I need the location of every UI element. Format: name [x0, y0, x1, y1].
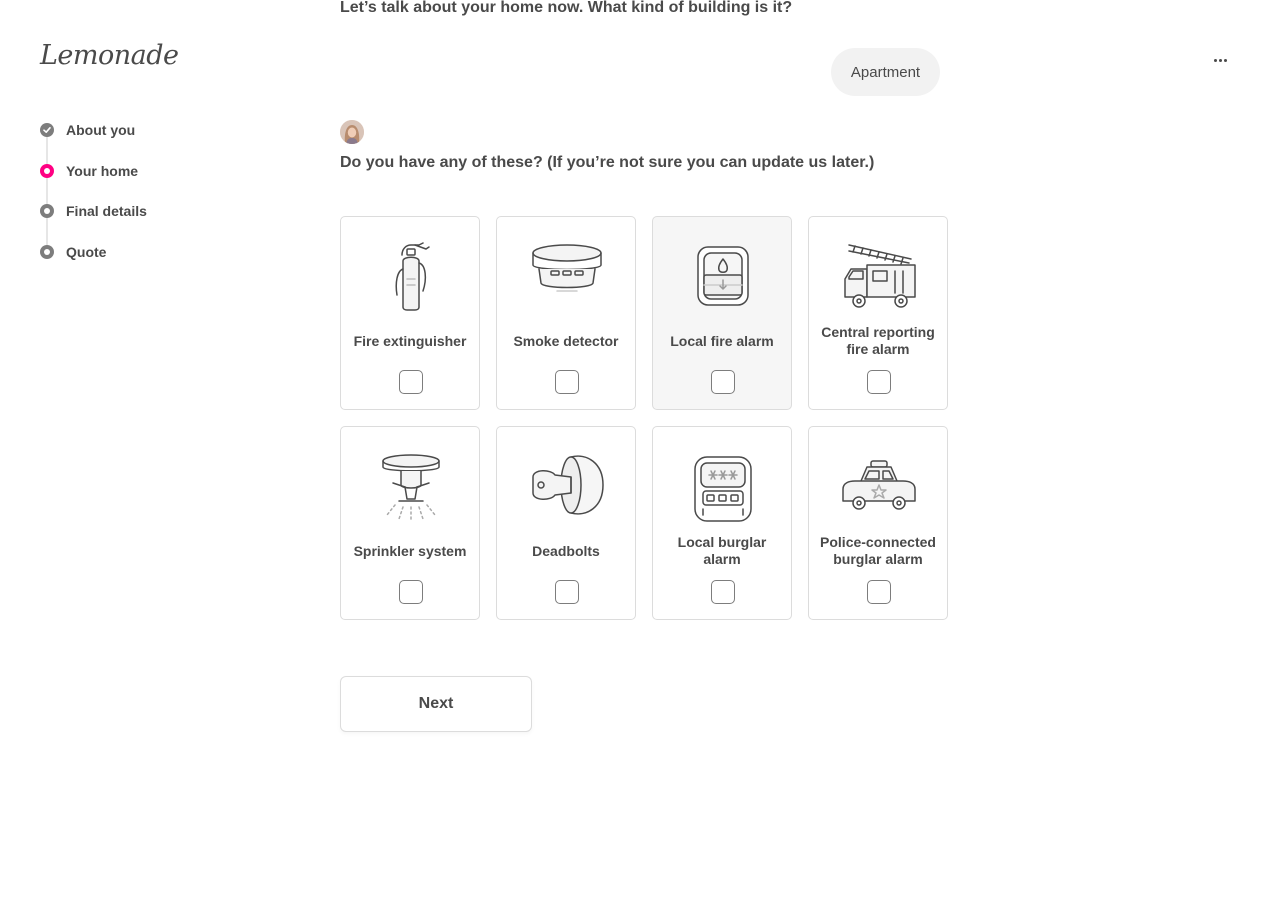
option-card-local-fire-alarm[interactable]: Local fire alarm — [652, 216, 792, 410]
step-your-home[interactable]: Your home — [40, 161, 147, 181]
more-menu-icon[interactable] — [1206, 52, 1234, 68]
pending-step-icon — [40, 244, 54, 259]
check-circle-icon — [40, 123, 54, 137]
option-checkbox[interactable] — [867, 580, 891, 604]
option-label: Smoke detector — [513, 332, 619, 349]
safety-features-grid: Fire extinguisher Smoke detector Local f… — [340, 216, 948, 620]
option-label: Sprinkler system — [353, 542, 467, 559]
option-checkbox[interactable] — [867, 370, 891, 394]
step-label: About you — [66, 122, 136, 138]
option-card-police-connected-burglar-alarm[interactable]: Police-connected burglar alarm — [808, 426, 948, 620]
step-final-details[interactable]: Final details — [40, 201, 147, 221]
lemonade-logo: Lemonade — [40, 40, 179, 71]
active-step-icon — [40, 163, 54, 178]
step-label: Final details — [66, 203, 147, 219]
option-label: Local fire alarm — [670, 332, 774, 349]
option-card-fire-extinguisher[interactable]: Fire extinguisher — [340, 216, 480, 410]
smoke-detector-icon — [532, 244, 602, 292]
next-button[interactable]: Next — [340, 676, 532, 732]
option-label: Fire extinguisher — [353, 332, 467, 349]
option-checkbox[interactable] — [555, 370, 579, 394]
current-question: Do you have any of these? (If you’re not… — [340, 154, 875, 171]
step-label: Quote — [66, 243, 107, 260]
option-checkbox[interactable] — [711, 580, 735, 604]
pending-step-icon — [40, 204, 54, 218]
fire-alarm-icon — [697, 246, 749, 306]
step-about-you[interactable]: About you — [40, 120, 147, 140]
option-checkbox[interactable] — [399, 370, 423, 394]
option-checkbox[interactable] — [555, 580, 579, 604]
police-car-icon — [842, 460, 916, 510]
previous-question: Let’s talk about your home now. What kin… — [340, 0, 793, 16]
option-checkbox[interactable] — [399, 580, 423, 604]
option-label: Central reporting fire alarm — [821, 324, 935, 357]
option-card-central-reporting-fire-alarm[interactable]: Central reporting fire alarm — [808, 216, 948, 410]
fire-extinguisher-icon — [395, 242, 430, 311]
step-label: Your home — [66, 162, 139, 179]
option-checkbox[interactable] — [711, 370, 735, 394]
option-label: Police-connected burglar alarm — [820, 534, 936, 567]
progress-rail — [46, 130, 48, 254]
option-label: Deadbolts — [532, 542, 600, 559]
previous-answer-bubble[interactable]: Apartment — [831, 48, 940, 96]
progress-steps: About you Your home Final details Quote — [40, 120, 147, 282]
sprinkler-icon — [382, 454, 440, 522]
fire-truck-icon — [844, 244, 916, 308]
deadbolt-icon — [532, 455, 604, 515]
step-quote[interactable]: Quote — [40, 242, 147, 262]
agent-avatar — [340, 120, 364, 144]
option-label: Local burglar alarm — [677, 534, 767, 567]
option-card-local-burglar-alarm[interactable]: Local burglar alarm — [652, 426, 792, 620]
option-card-sprinkler-system[interactable]: Sprinkler system — [340, 426, 480, 620]
burglar-alarm-keypad-icon — [694, 456, 752, 522]
option-card-deadbolts[interactable]: Deadbolts — [496, 426, 636, 620]
option-card-smoke-detector[interactable]: Smoke detector — [496, 216, 636, 410]
